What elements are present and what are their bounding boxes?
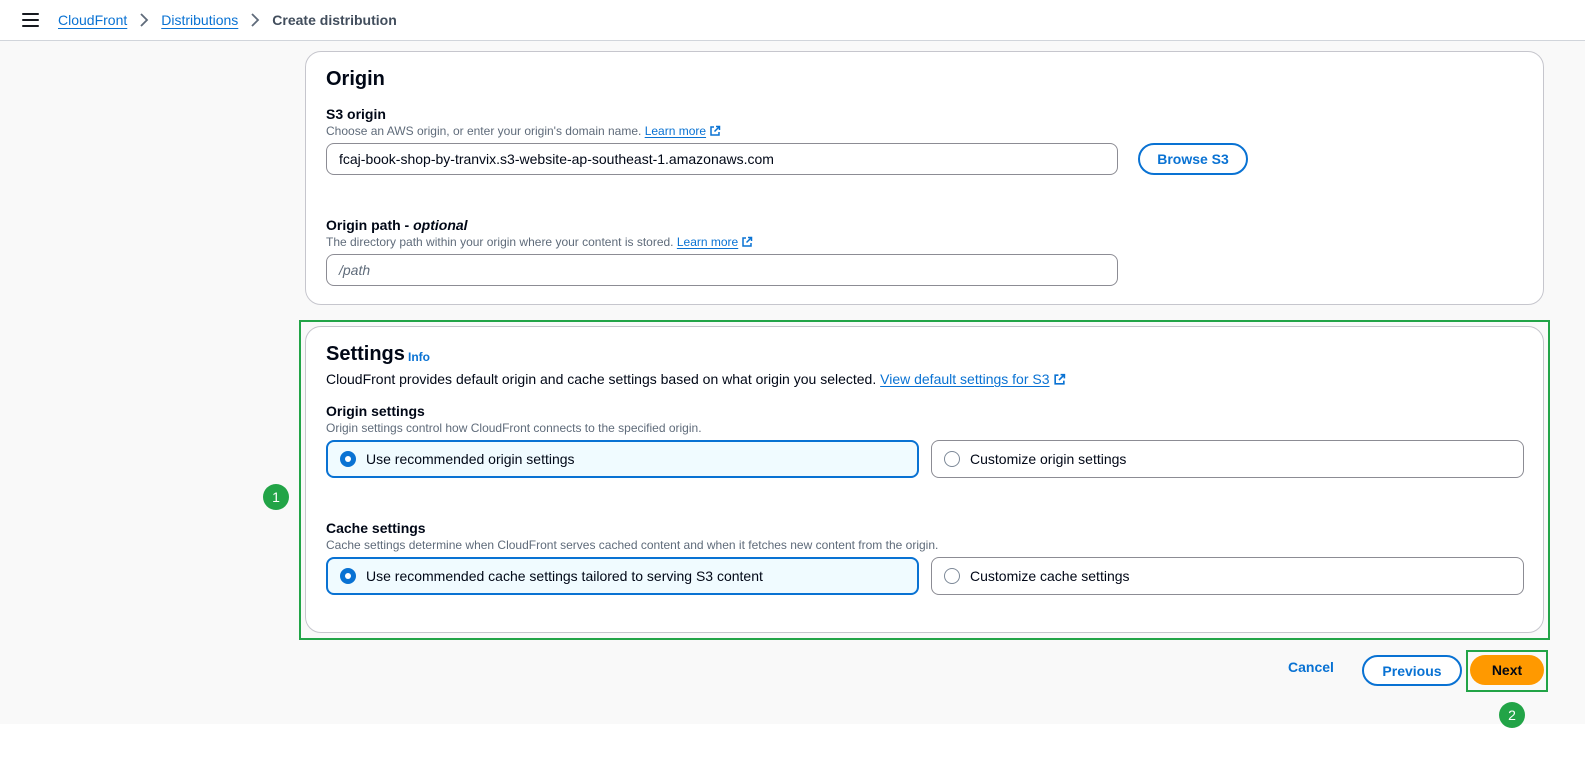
settings-highlight-box xyxy=(299,320,1550,640)
breadcrumb-cloudfront[interactable]: CloudFront xyxy=(58,12,127,28)
origin-path-description: The directory path within your origin wh… xyxy=(326,235,753,251)
menu-icon[interactable] xyxy=(22,13,39,27)
next-highlight-box xyxy=(1466,650,1548,692)
s3-origin-input[interactable]: fcaj-book-shop-by-tranvix.s3-website-ap-… xyxy=(326,143,1118,175)
s3-origin-description: Choose an AWS origin, or enter your orig… xyxy=(326,124,721,140)
external-link-icon xyxy=(709,125,721,140)
chevron-right-icon xyxy=(139,13,149,27)
breadcrumb-current: Create distribution xyxy=(272,12,397,28)
step-badge-2: 2 xyxy=(1499,702,1525,728)
step-badge-1: 1 xyxy=(263,484,289,510)
s3-origin-label: S3 origin xyxy=(326,106,386,122)
learn-more-link[interactable]: Learn more xyxy=(677,235,738,249)
breadcrumb: CloudFront Distributions Create distribu… xyxy=(58,12,397,28)
origin-panel: Origin S3 origin Choose an AWS origin, o… xyxy=(305,51,1544,305)
origin-path-label: Origin path - optional xyxy=(326,217,468,233)
browse-s3-button[interactable]: Browse S3 xyxy=(1138,143,1248,175)
external-link-icon xyxy=(741,236,753,251)
top-navigation-bar: CloudFront Distributions Create distribu… xyxy=(0,0,1585,41)
learn-more-link[interactable]: Learn more xyxy=(645,124,706,138)
origin-path-input[interactable]: /path xyxy=(326,254,1118,286)
chevron-right-icon xyxy=(250,13,260,27)
breadcrumb-distributions[interactable]: Distributions xyxy=(161,12,238,28)
previous-button[interactable]: Previous xyxy=(1362,655,1462,686)
cancel-button[interactable]: Cancel xyxy=(1279,659,1343,681)
origin-title: Origin xyxy=(326,68,385,90)
